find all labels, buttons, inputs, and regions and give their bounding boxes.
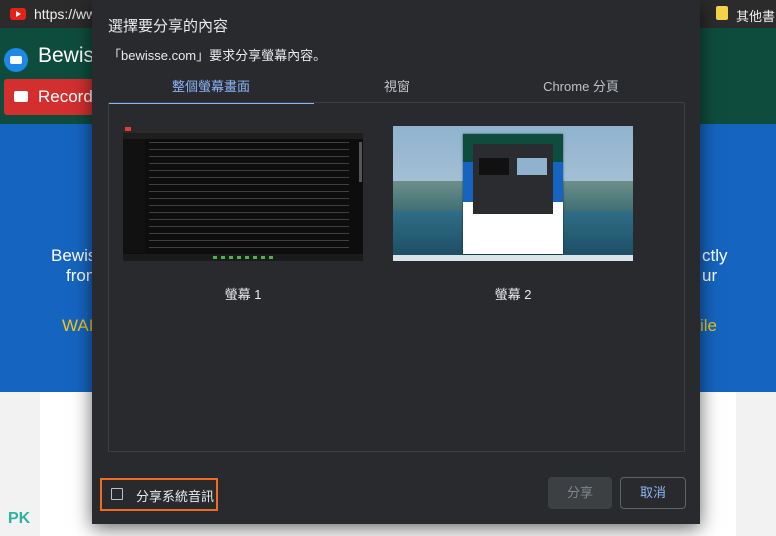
hero-text-right-1: ctly xyxy=(702,246,728,265)
site-brand: Bewis xyxy=(38,44,95,67)
cancel-button[interactable]: 取消 xyxy=(620,477,686,509)
site-logo-icon xyxy=(4,48,28,72)
record-button[interactable]: Record xyxy=(4,79,104,115)
source-tabs: 整個螢幕畫面 視窗 Chrome 分頁 xyxy=(108,76,684,104)
share-audio-label: 分享系統音訊 xyxy=(136,489,215,504)
hero-text-left-3: WAI xyxy=(62,316,94,335)
hero-text-right-3: ile xyxy=(700,316,718,335)
screen-2-thumbnail[interactable] xyxy=(393,126,633,261)
camera-icon xyxy=(14,91,28,102)
tab-entire-screen[interactable]: 整個螢幕畫面 xyxy=(108,76,314,104)
screen-2-label: 螢幕 2 xyxy=(494,287,532,302)
dialog-title: 選擇要分享的內容 xyxy=(108,18,229,35)
share-audio-option[interactable]: 分享系統音訊 xyxy=(100,478,218,511)
share-audio-checkbox[interactable] xyxy=(111,488,123,500)
hero-text-left-1: Bewis xyxy=(51,246,97,265)
share-button[interactable]: 分享 xyxy=(548,477,612,509)
tab-window[interactable]: 視窗 xyxy=(294,76,500,102)
screen-1-thumbnail[interactable] xyxy=(123,126,363,261)
screen-1-label: 螢幕 1 xyxy=(224,287,262,302)
bookmark-folder-icon[interactable] xyxy=(716,6,728,20)
watermark-logo: PK xyxy=(8,510,31,527)
other-bookmarks-label[interactable]: 其他書 xyxy=(736,6,775,25)
tab-chrome-tab[interactable]: Chrome 分頁 xyxy=(478,76,684,102)
youtube-icon[interactable] xyxy=(10,8,26,20)
share-screen-dialog: 選擇要分享的內容 「bewisse.com」要求分享螢幕內容。 整個螢幕畫面 視… xyxy=(92,0,700,524)
record-button-label: Record xyxy=(38,87,93,106)
dialog-subtitle: 「bewisse.com」要求分享螢幕內容。 xyxy=(108,48,327,63)
address-bar-url[interactable]: https://ww xyxy=(34,6,96,22)
hero-text-right-2: ur xyxy=(702,266,718,285)
